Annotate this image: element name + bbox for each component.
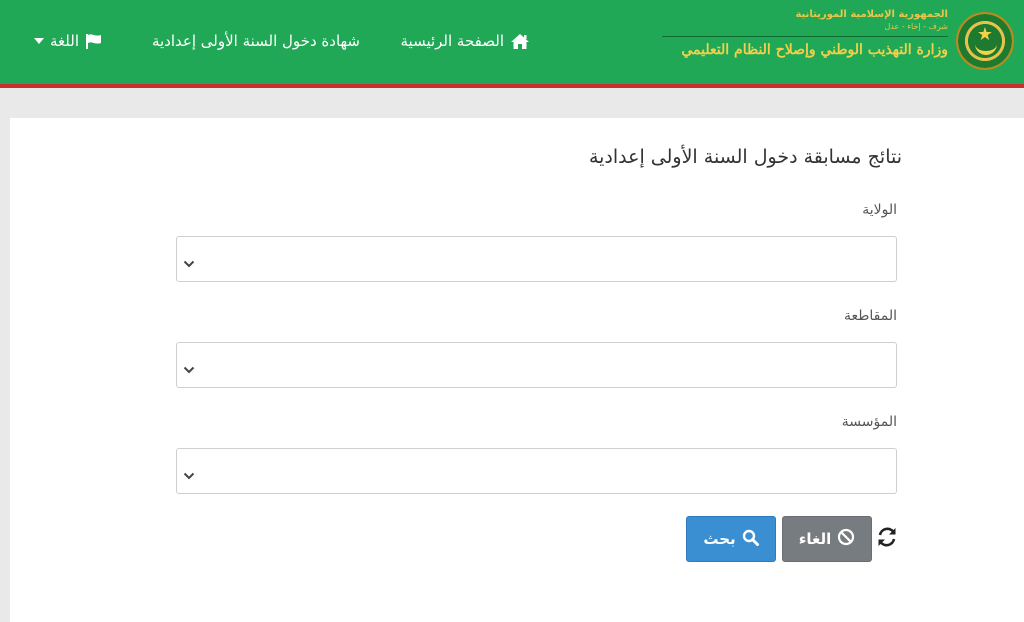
page-title: نتائج مسابقة دخول السنة الأولى إعدادية (588, 146, 902, 168)
ministry-brand[interactable]: ★ الجمهورية الإسلامية الموريتانية شرف - … (658, 4, 1018, 80)
top-navbar: ★ الجمهورية الإسلامية الموريتانية شرف - … (0, 0, 1024, 88)
language-label: اللغة (50, 32, 79, 50)
republic-name: الجمهورية الإسلامية الموريتانية (795, 9, 948, 20)
chevron-down-icon (183, 465, 195, 484)
language-dropdown[interactable]: اللغة (34, 26, 103, 56)
nav-home-label: الصفحة الرئيسية (400, 32, 505, 50)
ban-icon (837, 528, 855, 550)
nav-certificate-link[interactable]: شهادة دخول السنة الأولى إعدادية (152, 26, 360, 56)
chevron-down-icon (183, 253, 195, 272)
wilaya-label: الولاية (862, 202, 897, 218)
moughataa-label: المقاطعة (844, 308, 897, 324)
brand-divider (662, 36, 948, 37)
chevron-down-icon (183, 359, 195, 378)
ministry-name: وزارة التهذيب الوطني وإصلاح النظام التعل… (681, 42, 948, 58)
cancel-button[interactable]: الغاء (782, 516, 872, 562)
cancel-button-label: الغاء (798, 530, 832, 548)
moughataa-select[interactable] (176, 342, 897, 388)
national-seal-icon: ★ (956, 12, 1014, 70)
caret-down-icon (34, 38, 44, 44)
nav-home-link[interactable]: الصفحة الرئيسية (401, 26, 531, 56)
home-icon (510, 33, 530, 50)
brand-text: الجمهورية الإسلامية الموريتانية شرف - إخ… (662, 8, 948, 60)
national-motto: شرف - إخاء - عدل (884, 22, 948, 31)
search-button-label: بحث (703, 530, 736, 548)
wilaya-select[interactable] (176, 236, 897, 282)
nav-certificate-label: شهادة دخول السنة الأولى إعدادية (151, 32, 360, 50)
institution-label: المؤسسة (841, 414, 897, 430)
flag-icon (85, 33, 103, 49)
search-button[interactable]: بحث (686, 516, 776, 562)
refresh-icon[interactable] (876, 526, 898, 548)
institution-select[interactable] (176, 448, 897, 494)
search-icon (742, 529, 759, 550)
